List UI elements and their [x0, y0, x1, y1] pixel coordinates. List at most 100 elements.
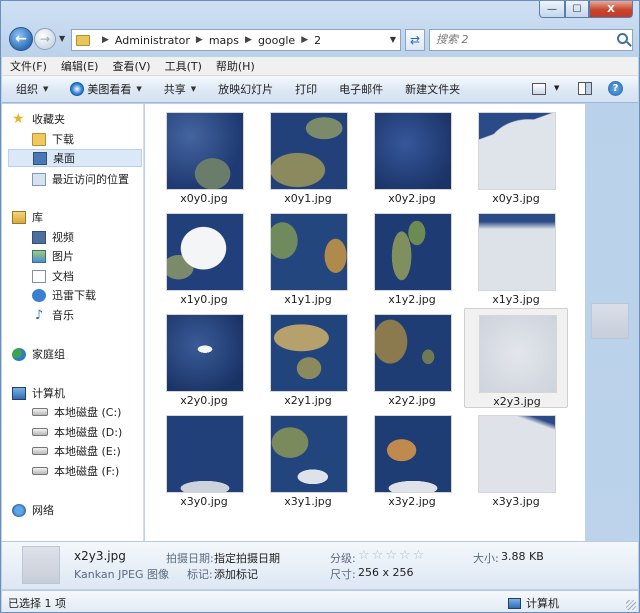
- image-thumbnail: [479, 315, 557, 393]
- file-tile-x3y2[interactable]: x3y2.jpg: [360, 409, 464, 509]
- resize-grip[interactable]: [626, 600, 636, 610]
- file-tile-x3y3[interactable]: x3y3.jpg: [464, 409, 568, 509]
- date-taken-value[interactable]: 指定拍摄日期: [214, 550, 280, 566]
- date-taken-label: 拍摄日期:: [166, 552, 214, 565]
- file-tile-x3y1[interactable]: x3y1.jpg: [256, 409, 360, 509]
- tags-value[interactable]: 添加标记: [214, 566, 258, 582]
- chevron-right-icon[interactable]: ▶: [245, 35, 252, 45]
- nav-label: 图片: [52, 250, 74, 263]
- music-note-icon: ♪: [34, 307, 44, 323]
- share-button[interactable]: 共享 ▼: [164, 81, 196, 97]
- file-tile-x0y3[interactable]: x0y3.jpg: [464, 106, 568, 206]
- nav-computer[interactable]: 计算机: [12, 384, 65, 402]
- nav-music[interactable]: ♪ 音乐: [32, 306, 74, 324]
- nav-desktop[interactable]: 桌面: [8, 149, 142, 167]
- star-outline-icon[interactable]: ☆: [413, 549, 425, 562]
- video-icon: [32, 230, 46, 244]
- organize-button[interactable]: 组织 ▼: [16, 81, 48, 97]
- file-name: x1y1.jpg: [284, 293, 332, 306]
- nav-xunlei[interactable]: 迅雷下载: [32, 286, 96, 304]
- file-tile-x1y1[interactable]: x1y1.jpg: [256, 207, 360, 307]
- nav-videos[interactable]: 视频: [32, 228, 74, 246]
- menu-edit[interactable]: 编辑(E): [61, 58, 99, 74]
- chevron-right-icon[interactable]: ▶: [102, 35, 109, 45]
- dimensions-value: 256 x 256: [358, 566, 414, 579]
- nav-libraries[interactable]: 库: [12, 208, 43, 226]
- recent-places-icon: [32, 172, 46, 186]
- breadcrumb-2[interactable]: 2: [314, 34, 321, 47]
- menu-tools[interactable]: 工具(T): [165, 58, 202, 74]
- recent-pages-dropdown-icon[interactable]: ▼: [59, 34, 65, 43]
- change-view-icon[interactable]: [532, 83, 546, 95]
- nav-homegroup[interactable]: 家庭组: [12, 345, 65, 363]
- nav-disk-e[interactable]: 本地磁盘 (E:): [32, 442, 121, 460]
- view-dropdown-icon[interactable]: ▼: [554, 84, 559, 92]
- nav-downloads[interactable]: 下载: [32, 130, 74, 148]
- file-tile-x2y3-selected[interactable]: x2y3.jpg: [464, 308, 568, 408]
- star-outline-icon[interactable]: ☆: [385, 549, 397, 562]
- print-button[interactable]: 打印: [295, 81, 317, 97]
- nav-disk-d[interactable]: 本地磁盘 (D:): [32, 423, 122, 441]
- image-thumbnail: [270, 415, 348, 493]
- downloads-folder-icon: [32, 132, 46, 146]
- star-outline-icon[interactable]: ☆: [399, 549, 411, 562]
- preview-pane-icon[interactable]: [578, 82, 592, 95]
- nav-favorites[interactable]: ★ 收藏夹: [12, 110, 65, 128]
- search-icon[interactable]: [617, 33, 628, 44]
- file-tile-x0y1[interactable]: x0y1.jpg: [256, 106, 360, 206]
- search-placeholder: 搜索 2: [436, 33, 469, 46]
- nav-pictures[interactable]: 图片: [32, 247, 74, 265]
- minimize-button[interactable]: —: [539, 1, 565, 18]
- close-button[interactable]: X: [589, 1, 633, 18]
- file-tile-x2y0[interactable]: x2y0.jpg: [152, 308, 256, 408]
- file-name: x0y0.jpg: [180, 192, 228, 205]
- email-button[interactable]: 电子邮件: [339, 81, 383, 97]
- image-thumbnail: [478, 112, 556, 190]
- meitu-button[interactable]: 美图看看 ▼: [70, 81, 142, 97]
- chevron-right-icon[interactable]: ▶: [301, 35, 308, 45]
- help-icon[interactable]: ?: [608, 81, 623, 96]
- address-bar[interactable]: ▶ Administrator ▶ maps ▶ google ▶ 2 ▼: [71, 29, 401, 51]
- nav-disk-f[interactable]: 本地磁盘 (F:): [32, 462, 119, 480]
- back-button[interactable]: ←: [9, 27, 33, 51]
- file-tile-x1y0[interactable]: x1y0.jpg: [152, 207, 256, 307]
- forward-button[interactable]: →: [34, 28, 56, 50]
- nav-disk-c[interactable]: 本地磁盘 (C:): [32, 403, 121, 421]
- file-tile-x0y2[interactable]: x0y2.jpg: [360, 106, 464, 206]
- slideshow-button[interactable]: 放映幻灯片: [218, 81, 273, 97]
- file-name: x0y1.jpg: [284, 192, 332, 205]
- file-name: x2y1.jpg: [284, 394, 332, 407]
- nav-label: 家庭组: [32, 348, 65, 361]
- search-input[interactable]: 搜索 2: [429, 29, 633, 51]
- file-tile-x0y0[interactable]: x0y0.jpg: [152, 106, 256, 206]
- nav-network[interactable]: 网络: [12, 501, 54, 519]
- image-thumbnail: [270, 112, 348, 190]
- nav-documents[interactable]: 文档: [32, 267, 74, 285]
- address-row: ← → ▼ ▶ Administrator ▶ maps ▶ google ▶ …: [7, 27, 633, 53]
- share-label: 共享: [163, 83, 186, 96]
- organize-label: 组织: [16, 83, 38, 96]
- breadcrumb-administrator[interactable]: Administrator: [115, 34, 190, 47]
- menu-help[interactable]: 帮助(H): [216, 58, 255, 74]
- file-tile-x2y1[interactable]: x2y1.jpg: [256, 308, 360, 408]
- selection-count: 已选择 1 项: [8, 597, 66, 610]
- refresh-button[interactable]: ⇄: [405, 29, 425, 51]
- file-tile-x2y2[interactable]: x2y2.jpg: [360, 308, 464, 408]
- breadcrumb-maps[interactable]: maps: [209, 34, 239, 47]
- file-tile-x1y2[interactable]: x1y2.jpg: [360, 207, 464, 307]
- star-outline-icon[interactable]: ☆: [358, 549, 370, 562]
- nav-recent-places[interactable]: 最近访问的位置: [32, 170, 129, 188]
- new-folder-button[interactable]: 新建文件夹: [405, 81, 460, 97]
- menu-view[interactable]: 查看(V): [112, 58, 150, 74]
- file-tile-x3y0[interactable]: x3y0.jpg: [152, 409, 256, 509]
- menu-file[interactable]: 文件(F): [10, 58, 47, 74]
- address-dropdown-icon[interactable]: ▼: [390, 35, 396, 44]
- file-name: x0y2.jpg: [388, 192, 436, 205]
- maximize-button[interactable]: ☐: [565, 1, 589, 18]
- rating-stars[interactable]: ☆ ☆ ☆ ☆ ☆: [358, 549, 426, 562]
- breadcrumb-google[interactable]: google: [258, 34, 295, 47]
- nav-label: 计算机: [32, 387, 65, 400]
- file-tile-x1y3[interactable]: x1y3.jpg: [464, 207, 568, 307]
- chevron-right-icon[interactable]: ▶: [196, 35, 203, 45]
- star-outline-icon[interactable]: ☆: [372, 549, 384, 562]
